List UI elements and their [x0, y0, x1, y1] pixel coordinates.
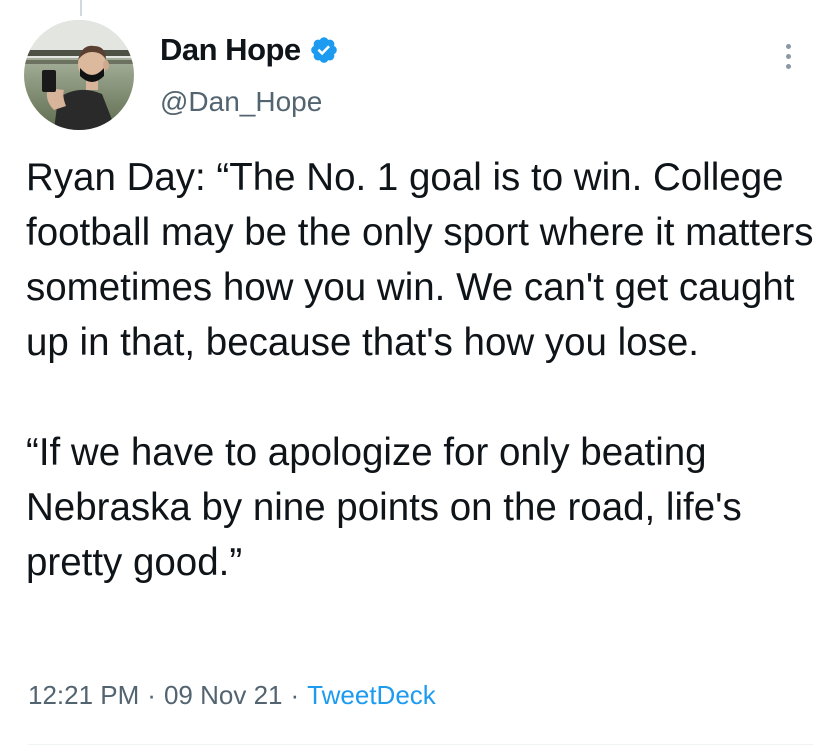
tweet-paragraph: Ryan Day: “The No. 1 goal is to win. Col…: [26, 156, 814, 364]
author-name-row: Dan Hope: [160, 30, 339, 70]
more-options-icon[interactable]: [776, 36, 800, 76]
author-display-name[interactable]: Dan Hope: [160, 32, 301, 68]
more-dot: [785, 43, 791, 49]
more-dot: [785, 63, 791, 69]
verified-badge-icon: [309, 35, 339, 65]
separator: ·: [147, 680, 156, 710]
more-dot: [785, 53, 791, 59]
tweet-date[interactable]: 09 Nov 21: [164, 680, 283, 711]
tweet-source-link[interactable]: TweetDeck: [307, 680, 436, 711]
tweet-time[interactable]: 12:21 PM: [28, 680, 139, 711]
avatar-photo-icon: [24, 20, 134, 130]
author-handle[interactable]: @Dan_Hope: [160, 86, 322, 118]
avatar[interactable]: [24, 20, 134, 130]
separator: ·: [290, 680, 300, 710]
tweet-paragraph: “If we have to apologize for only beatin…: [26, 431, 742, 584]
divider: [28, 744, 813, 745]
thread-connector-line: [80, 0, 82, 16]
tweet-metadata: 12:21 PM · 09 Nov 21 · TweetDeck: [28, 680, 436, 711]
tweet-text: Ryan Day: “The No. 1 goal is to win. Col…: [26, 150, 816, 590]
